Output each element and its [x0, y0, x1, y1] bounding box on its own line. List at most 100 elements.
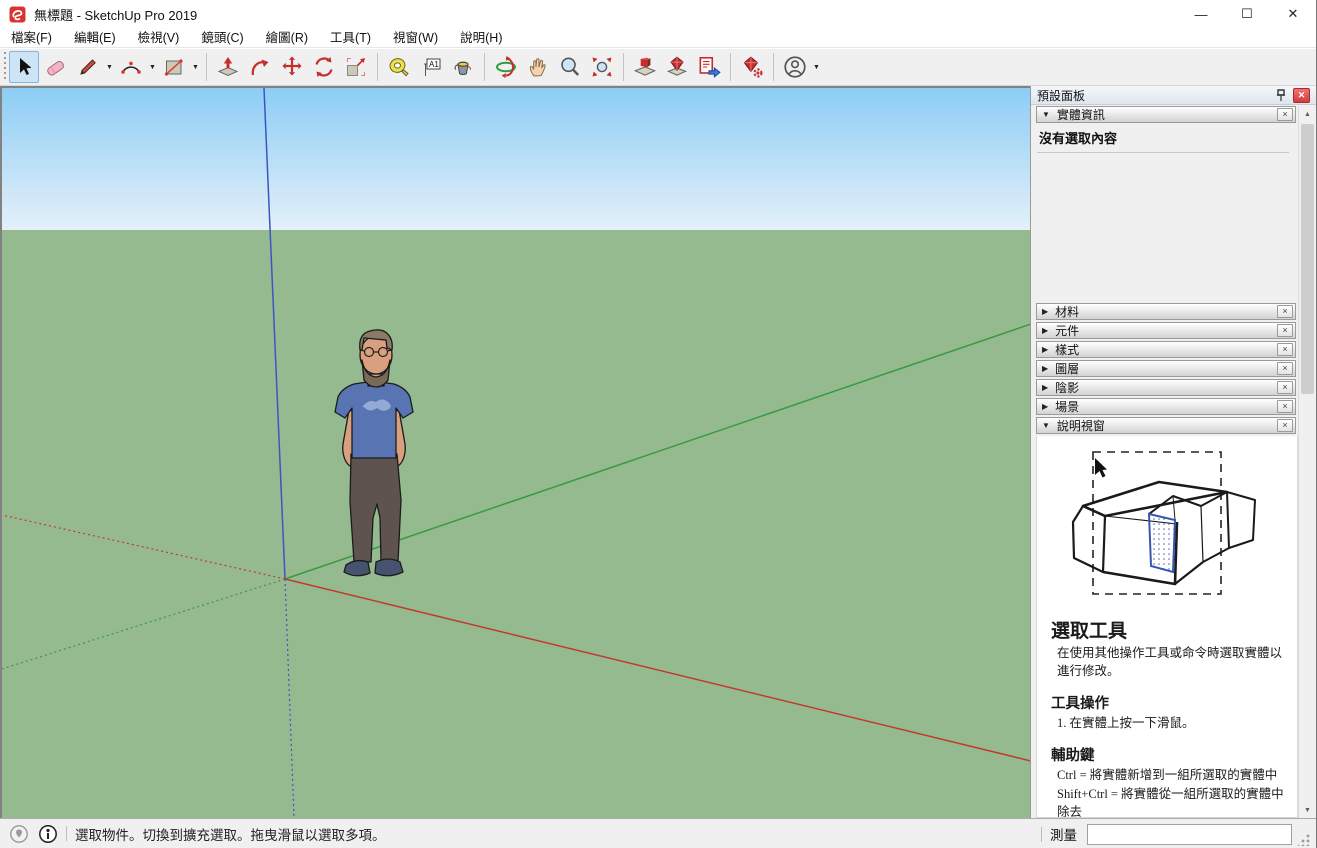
extension-warehouse-icon	[664, 54, 690, 80]
orbit-icon	[494, 55, 518, 79]
status-message: 選取物件。切換到擴充選取。拖曳滑鼠以選取多項。	[75, 824, 386, 844]
line-tool-button[interactable]	[73, 51, 103, 83]
section-label: 圖層	[1055, 360, 1079, 377]
rectangle-tool-button[interactable]	[159, 51, 189, 83]
chevron-right-icon: ▶	[1042, 326, 1048, 335]
instructor-heading: 選取工具	[1051, 616, 1285, 643]
section-styles[interactable]: ▶ 樣式 ×	[1036, 341, 1296, 358]
maximize-button[interactable]: ☐	[1224, 0, 1270, 28]
section-close-button[interactable]: ×	[1277, 324, 1293, 337]
tray-header[interactable]: 預設面板 ✕	[1031, 86, 1316, 105]
sky	[2, 88, 1031, 230]
resize-grip[interactable]	[1298, 834, 1310, 846]
instructor-operation-heading: 工具操作	[1051, 692, 1285, 713]
extension-manager-button[interactable]	[737, 51, 767, 83]
extension-manager-icon	[739, 54, 765, 80]
account-button[interactable]	[780, 51, 810, 83]
follow-me-tool-button[interactable]	[245, 51, 275, 83]
text-tool-button[interactable]: A1	[416, 51, 446, 83]
section-instructor[interactable]: ▼ 說明視窗 ×	[1036, 417, 1296, 434]
minimize-button[interactable]: —	[1178, 0, 1224, 28]
section-close-button[interactable]: ×	[1277, 305, 1293, 318]
section-close-button[interactable]: ×	[1277, 343, 1293, 356]
zoom-extents-tool-button[interactable]	[587, 51, 617, 83]
instructor-modifier-line: Ctrl = 將實體新增到一組所選取的實體中	[1057, 766, 1285, 784]
section-components[interactable]: ▶ 元件 ×	[1036, 322, 1296, 339]
chevron-right-icon: ▶	[1042, 364, 1048, 373]
status-separator	[66, 826, 67, 841]
scroll-up-arrow[interactable]: ▲	[1299, 106, 1316, 122]
section-close-button[interactable]: ×	[1277, 381, 1293, 394]
scale-tool-button[interactable]	[341, 51, 371, 83]
measurements-label: 測量	[1050, 824, 1077, 844]
modeling-viewport[interactable]	[0, 86, 1031, 818]
scale-icon	[344, 55, 368, 79]
menu-help[interactable]: 說明(H)	[449, 28, 513, 48]
section-materials[interactable]: ▶ 材料 ×	[1036, 303, 1296, 320]
toolbar-drag-handle[interactable]	[2, 52, 8, 82]
section-close-button[interactable]: ×	[1277, 362, 1293, 375]
section-entity-info[interactable]: ▼ 實體資訊 ×	[1036, 106, 1296, 123]
menu-tools[interactable]: 工具(T)	[319, 28, 382, 48]
zoom-extents-icon	[590, 55, 614, 79]
main-toolbar: ▼ ▼ ▼	[0, 49, 1316, 86]
status-separator	[1041, 827, 1042, 842]
rotate-icon	[312, 55, 336, 79]
line-tool-dropdown[interactable]: ▼	[104, 51, 115, 83]
chevron-down-icon: ▼	[1042, 421, 1050, 430]
tray-close-button[interactable]: ✕	[1293, 88, 1310, 103]
section-close-button[interactable]: ×	[1277, 108, 1293, 121]
chevron-down-icon: ▼	[1042, 110, 1050, 119]
section-layers[interactable]: ▶ 圖層 ×	[1036, 360, 1296, 377]
eraser-tool-button[interactable]	[41, 51, 71, 83]
scrollbar-thumb[interactable]	[1301, 124, 1314, 394]
tape-measure-tool-button[interactable]	[384, 51, 414, 83]
rectangle-icon	[162, 55, 186, 79]
section-label: 場景	[1055, 398, 1079, 415]
section-scenes[interactable]: ▶ 場景 ×	[1036, 398, 1296, 415]
section-close-button[interactable]: ×	[1277, 419, 1293, 432]
menu-draw[interactable]: 繪圖(R)	[255, 28, 319, 48]
menu-file[interactable]: 檔案(F)	[0, 28, 63, 48]
toolbar-separator	[206, 53, 207, 81]
arc-tool-button[interactable]	[116, 51, 146, 83]
send-to-layout-button[interactable]	[694, 51, 724, 83]
orbit-tool-button[interactable]	[491, 51, 521, 83]
menu-edit[interactable]: 編輯(E)	[63, 28, 127, 48]
pan-hand-icon	[526, 55, 550, 79]
arc-tool-dropdown[interactable]: ▼	[147, 51, 158, 83]
section-shadows[interactable]: ▶ 陰影 ×	[1036, 379, 1296, 396]
credits-icon[interactable]	[38, 824, 58, 844]
close-button[interactable]: ✕	[1270, 0, 1316, 28]
paint-bucket-tool-button[interactable]	[448, 51, 478, 83]
chevron-right-icon: ▶	[1042, 402, 1048, 411]
menu-window[interactable]: 視窗(W)	[382, 28, 449, 48]
figure-right-shoe	[375, 559, 403, 576]
geolocation-icon[interactable]	[9, 824, 29, 844]
chevron-right-icon: ▶	[1042, 383, 1048, 392]
move-tool-button[interactable]	[277, 51, 307, 83]
toolbar-separator	[773, 53, 774, 81]
select-tool-button[interactable]	[9, 51, 39, 83]
panel-scrollbar[interactable]: ▲ ▼	[1298, 106, 1315, 818]
paint-bucket-icon	[451, 55, 475, 79]
account-dropdown[interactable]: ▼	[811, 51, 822, 83]
3d-warehouse-icon	[632, 54, 658, 80]
section-close-button[interactable]: ×	[1277, 400, 1293, 413]
menu-camera[interactable]: 鏡頭(C)	[190, 28, 254, 48]
tray-title: 預設面板	[1037, 87, 1273, 104]
cursor-arrow-icon	[1095, 458, 1107, 478]
eraser-icon	[44, 55, 68, 79]
pan-tool-button[interactable]	[523, 51, 553, 83]
pin-icon[interactable]	[1273, 88, 1289, 103]
menu-view[interactable]: 檢視(V)	[127, 28, 191, 48]
rotate-tool-button[interactable]	[309, 51, 339, 83]
3d-warehouse-button[interactable]	[630, 51, 660, 83]
scroll-down-arrow[interactable]: ▼	[1299, 802, 1316, 818]
zoom-tool-button[interactable]	[555, 51, 585, 83]
push-pull-tool-button[interactable]	[213, 51, 243, 83]
measurements-input[interactable]	[1087, 824, 1292, 845]
extension-warehouse-button[interactable]	[662, 51, 692, 83]
entity-info-empty-message: 沒有選取內容	[1039, 128, 1117, 147]
rectangle-tool-dropdown[interactable]: ▼	[190, 51, 201, 83]
